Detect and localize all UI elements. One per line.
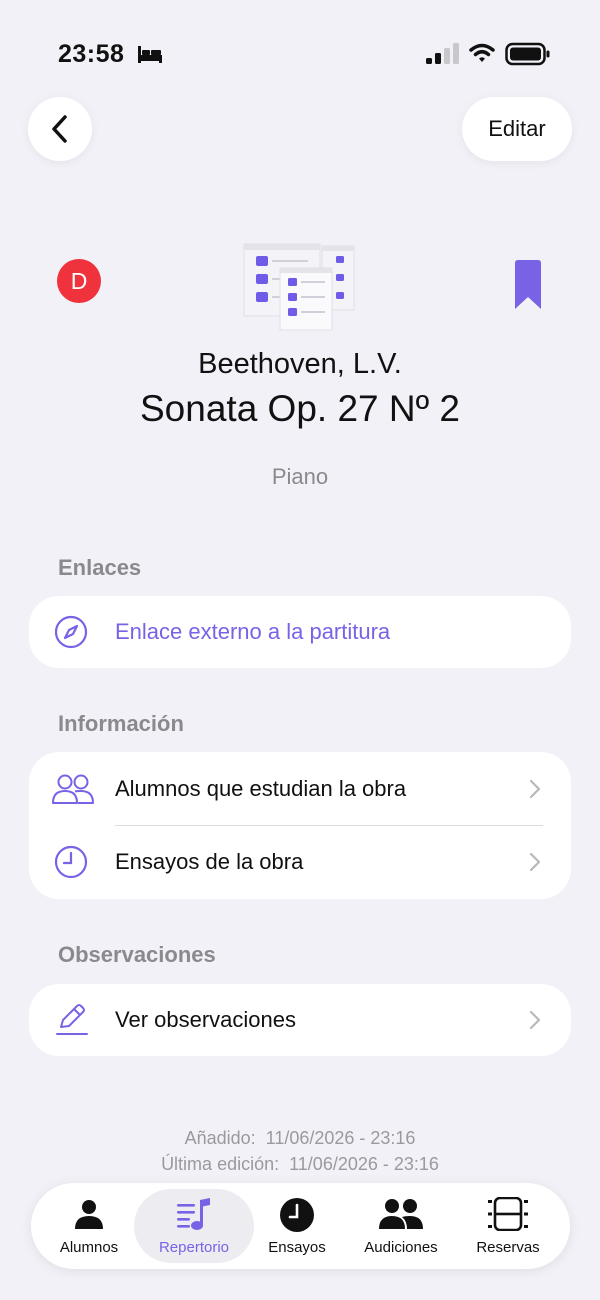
person-icon <box>75 1200 103 1229</box>
compass-icon <box>54 615 88 649</box>
rehearsals-row[interactable]: Ensayos de la obra <box>29 826 571 898</box>
section-header-links: Enlaces <box>58 555 142 580</box>
clock-icon <box>54 845 88 879</box>
tab-reservas[interactable]: Reservas <box>450 1189 566 1263</box>
composer-name: Beethoven, L.V. <box>198 348 402 380</box>
chevron-right-icon <box>529 779 541 799</box>
tab-label: Repertorio <box>158 1239 230 1256</box>
clock-icon <box>280 1198 314 1232</box>
music-list-icon <box>177 1198 210 1230</box>
external-score-link-label: Enlace externo a la partitura <box>115 619 391 644</box>
links-card: Enlace externo a la partitura <box>29 596 571 668</box>
rehearsals-row-label: Ensayos de la obra <box>115 849 304 874</box>
tab-bar: Alumnos Repertorio Ensayos Audiciones Re… <box>31 1183 570 1269</box>
wifi-icon <box>469 43 495 62</box>
chevron-left-icon <box>52 115 67 143</box>
work-title: Sonata Op. 27 Nº 2 <box>140 388 460 429</box>
tab-alumnos[interactable]: Alumnos <box>31 1189 147 1263</box>
tab-label: Reservas <box>476 1239 540 1256</box>
edited-label: Última edición: <box>161 1154 280 1174</box>
edit-button[interactable]: Editar <box>462 97 572 161</box>
score-sheets-illustration <box>243 243 355 331</box>
people-icon <box>52 774 94 804</box>
view-notes-row[interactable]: Ver observaciones <box>29 984 571 1056</box>
chevron-right-icon <box>529 852 541 872</box>
edited-value: 11/06/2026 - 23:16 <box>289 1154 439 1174</box>
info-card: Alumnos que estudian la obra Ensayos de … <box>29 752 571 899</box>
bed-icon <box>138 46 162 63</box>
students-row-label: Alumnos que estudian la obra <box>115 776 407 801</box>
view-notes-label: Ver observaciones <box>115 1007 296 1032</box>
instrument-label: Piano <box>271 464 329 489</box>
back-button[interactable] <box>28 97 92 161</box>
students-row[interactable]: Alumnos que estudian la obra <box>29 753 571 825</box>
tab-repertorio[interactable]: Repertorio <box>134 1189 254 1263</box>
difficulty-badge: D <box>57 259 101 303</box>
added-label: Añadido: <box>184 1128 256 1148</box>
tab-label: Alumnos <box>59 1239 119 1256</box>
group-icon <box>379 1199 423 1229</box>
tab-audiciones[interactable]: Audiciones <box>343 1189 459 1263</box>
section-header-info: Información <box>58 711 184 736</box>
pencil-icon <box>56 1004 88 1035</box>
rooms-icon <box>488 1197 528 1231</box>
status-time: 23:58 <box>58 40 125 68</box>
tab-label: Audiciones <box>364 1239 438 1256</box>
edited-date: Última edición: 11/06/2026 - 23:16 <box>0 1154 600 1175</box>
external-score-link[interactable]: Enlace externo a la partitura <box>29 596 571 668</box>
battery-icon <box>505 42 550 66</box>
tab-ensayos[interactable]: Ensayos <box>239 1189 355 1263</box>
added-value: 11/06/2026 - 23:16 <box>265 1128 416 1148</box>
status-bar: 23:58 <box>0 0 600 110</box>
notes-card: Ver observaciones <box>29 984 571 1056</box>
added-date: Añadido: 11/06/2026 - 23:16 <box>0 1128 600 1149</box>
tab-label: Ensayos <box>268 1239 326 1256</box>
section-header-notes: Observaciones <box>58 942 216 967</box>
bookmark-icon[interactable] <box>513 259 543 311</box>
signal-icon <box>426 43 459 64</box>
chevron-right-icon <box>529 1010 541 1030</box>
